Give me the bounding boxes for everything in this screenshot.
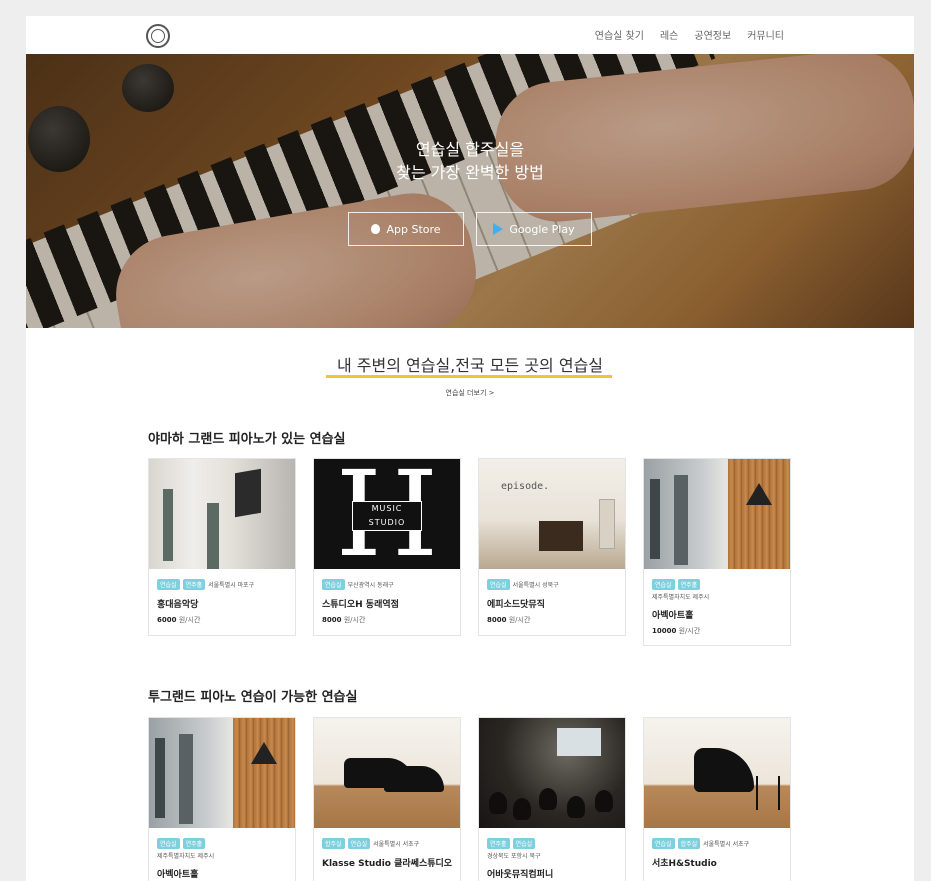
- logo-icon[interactable]: [146, 24, 170, 48]
- room-tag: 연습실: [512, 838, 536, 849]
- room-region: 제주특별자치도 제주시: [157, 853, 215, 860]
- group-title-two-grand: 투그랜드 피아노 연습이 가능한 연습실: [148, 690, 358, 705]
- top-nav: 연습실 찾기 레슨 공연정보 커뮤니티: [26, 16, 914, 54]
- room-tag: 연주홀: [487, 838, 510, 849]
- room-tag: 연습실: [487, 579, 510, 590]
- room-photo: [644, 718, 790, 828]
- room-tag: 연습실: [157, 579, 180, 590]
- room-name: 아벡아트홀: [652, 611, 694, 621]
- nav-link-find-room[interactable]: 연습실 찾기: [595, 27, 644, 42]
- hero-overlay: [26, 54, 914, 328]
- group-title-yamaha: 야마하 그랜드 피아노가 있는 연습실: [148, 432, 346, 447]
- room-tag: 연습실: [652, 838, 675, 849]
- room-region: 서울특별시 성북구: [512, 582, 559, 589]
- nav-link-lesson[interactable]: 레슨: [660, 27, 678, 42]
- room-tag: 합주실: [677, 838, 701, 849]
- room-card[interactable]: 연습실 합주실 서울특별시 서초구 서초H&Studio: [643, 717, 791, 881]
- room-price: 10000 원/시간: [652, 627, 701, 635]
- room-name: 에피소드닷뮤직: [487, 600, 545, 610]
- room-photo: [644, 459, 790, 569]
- room-tag: 연습실: [347, 838, 371, 849]
- room-name: 아벡아트홀: [157, 870, 199, 880]
- room-card[interactable]: 합주실 연습실 서울특별시 서초구 Klasse Studio 클라쎄스튜디오: [313, 717, 461, 881]
- google-play-button[interactable]: Google Play: [476, 212, 592, 246]
- room-region: 서울특별시 서초구: [703, 841, 750, 848]
- room-region: 경상북도 포항시 북구: [487, 853, 541, 860]
- hero-title-line2: 찾는 가장 완벽한 방법: [396, 163, 544, 182]
- room-photo: episode.: [479, 459, 625, 569]
- room-card[interactable]: 연주홀 연습실 경상북도 포항시 북구 어바웃뮤직컴퍼니: [478, 717, 626, 881]
- room-tag: 연습실: [157, 838, 180, 849]
- section-title: 내 주변의 연습실,전국 모든 곳의 연습실: [336, 356, 604, 375]
- room-tag: 연주홀: [677, 579, 701, 590]
- room-tag: 연주홀: [182, 838, 206, 849]
- more-rooms-link[interactable]: 연습실 더보기 >: [26, 388, 914, 398]
- room-name: 어바웃뮤직컴퍼니: [487, 870, 554, 880]
- room-photo: H MUSICSTUDIO: [314, 459, 460, 569]
- room-card[interactable]: 연습실 연주홀 제주특별자치도 제주시 아벡아트홀: [148, 717, 296, 881]
- hero-title-line1: 연습실 합주실을: [415, 140, 525, 159]
- page-frame: 연습실 찾기 레슨 공연정보 커뮤니티 연습실 합주실을 찾는 가장 완벽한 방…: [26, 16, 914, 881]
- google-play-label: Google Play: [509, 222, 575, 236]
- room-name: 홍대음악당: [157, 600, 199, 610]
- room-photo: [149, 459, 295, 569]
- room-name: 서초H&Studio: [652, 859, 717, 869]
- room-card[interactable]: 연습실 연주홀 서울특별시 마포구 홍대음악당 6000 원/시간: [148, 458, 296, 636]
- nav-link-performance[interactable]: 공연정보: [694, 27, 731, 42]
- room-name: Klasse Studio 클라쎄스튜디오: [322, 859, 453, 869]
- room-price: 8000 원/시간: [322, 616, 366, 624]
- room-card[interactable]: H MUSICSTUDIO 연습실 부산광역시 동래구 스튜디오H 동래역점 8…: [313, 458, 461, 636]
- app-store-button[interactable]: App Store: [348, 212, 464, 246]
- room-region: 제주특별자치도 제주시: [652, 594, 710, 601]
- nav-links: 연습실 찾기 레슨 공연정보 커뮤니티: [595, 27, 784, 42]
- room-price: 8000 원/시간: [487, 616, 531, 624]
- hero-banner: 연습실 합주실을 찾는 가장 완벽한 방법 App Store Google P…: [26, 54, 914, 328]
- apple-icon: [371, 224, 381, 234]
- room-price: 6000 원/시간: [157, 616, 201, 624]
- room-tag: 연주홀: [182, 579, 206, 590]
- room-region: 서울특별시 마포구: [208, 582, 255, 589]
- room-card[interactable]: 연습실 연주홀 제주특별자치도 제주시 아벡아트홀 10000 원/시간: [643, 458, 791, 646]
- room-tag: 연습실: [652, 579, 675, 590]
- nav-link-community[interactable]: 커뮤니티: [747, 27, 784, 42]
- app-store-label: App Store: [386, 222, 441, 236]
- room-region: 부산광역시 동래구: [347, 582, 394, 589]
- room-region: 서울특별시 서초구: [373, 841, 420, 848]
- room-name: 스튜디오H 동래역점: [322, 600, 399, 610]
- section-underline: [326, 375, 612, 378]
- room-photo: [314, 718, 460, 828]
- room-card[interactable]: episode. 연습실 서울특별시 성북구 에피소드닷뮤직 8000 원/시간: [478, 458, 626, 636]
- room-photo: [479, 718, 625, 828]
- room-tag: 합주실: [322, 838, 345, 849]
- room-photo: [149, 718, 295, 828]
- google-play-icon: [493, 223, 504, 235]
- room-tag: 연습실: [322, 579, 345, 590]
